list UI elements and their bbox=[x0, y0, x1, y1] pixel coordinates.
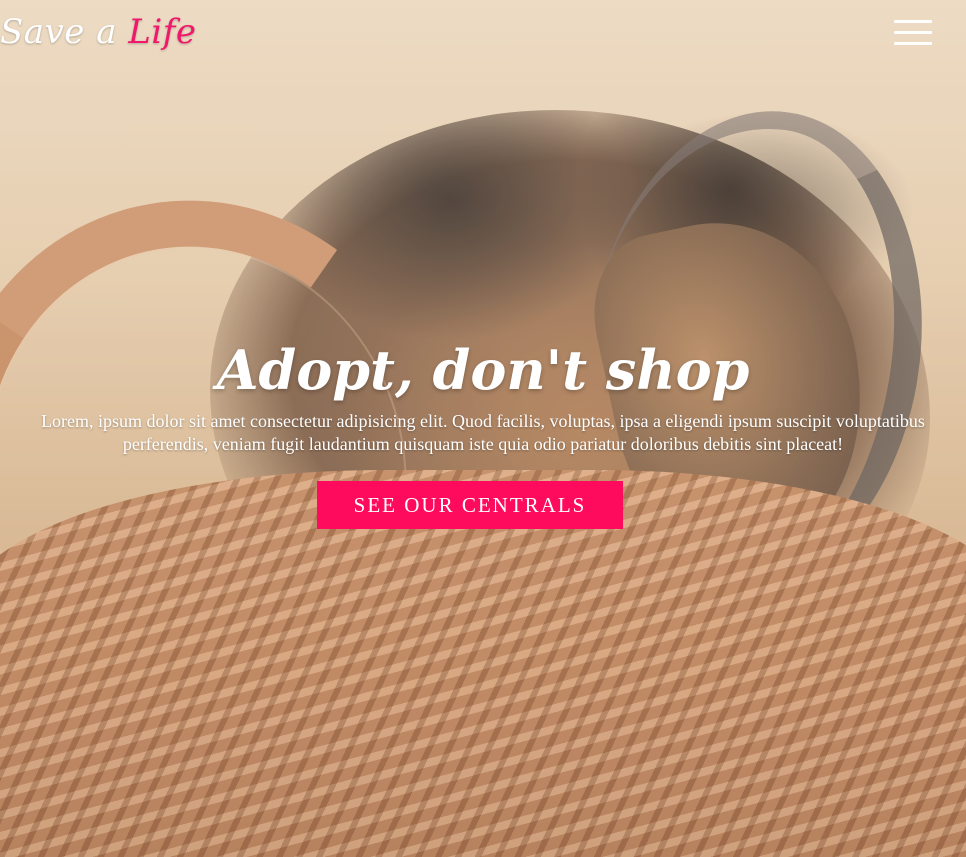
brand-accent: Life bbox=[128, 12, 197, 52]
menu-bar-top bbox=[894, 20, 932, 23]
menu-bar-middle bbox=[894, 31, 932, 34]
hero-description: Lorem, ipsum dolor sit amet consectetur … bbox=[41, 411, 925, 454]
brand-prefix: Save a bbox=[0, 12, 117, 52]
hero-headline: Adopt, don't shop bbox=[216, 338, 750, 402]
menu-bar-bottom bbox=[894, 42, 932, 45]
see-our-centrals-button[interactable]: SEE OUR CENTRALS bbox=[317, 481, 623, 529]
hamburger-menu-icon[interactable] bbox=[894, 18, 936, 48]
brand-logo[interactable]: Save a Life bbox=[0, 12, 196, 52]
